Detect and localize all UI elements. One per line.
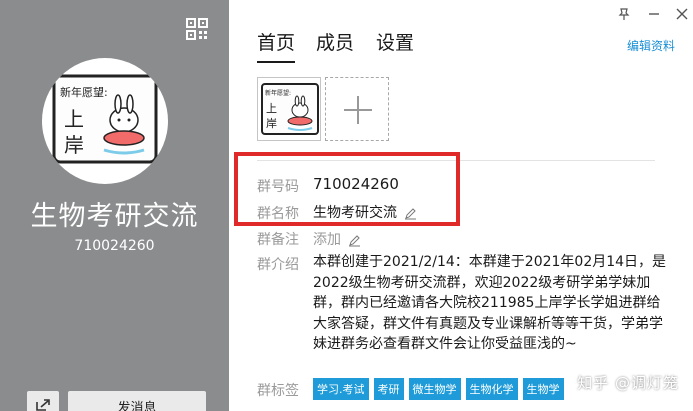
edit-profile-link[interactable]: 编辑资料 bbox=[627, 37, 675, 54]
tag[interactable]: 考研 bbox=[373, 378, 404, 400]
svg-text:岸: 岸 bbox=[266, 117, 277, 130]
tab-home[interactable]: 首页 bbox=[257, 28, 296, 63]
add-remark-link[interactable]: 添加 bbox=[313, 232, 341, 248]
group-profile-sidebar: 新年愿望: 上 岸 生物考研交流 710024260 发消息 bbox=[0, 0, 229, 411]
group-photo-thumbnail[interactable]: 新年愿望: 上 岸 bbox=[257, 77, 321, 141]
tab-settings[interactable]: 设置 bbox=[376, 28, 414, 55]
group-tags-label: 群标签 bbox=[257, 383, 299, 399]
group-avatar[interactable]: 新年愿望: 上 岸 bbox=[42, 58, 168, 184]
group-number-subtitle: 710024260 bbox=[74, 238, 155, 254]
tag[interactable]: 微生物学 bbox=[408, 378, 461, 400]
group-remark-value[interactable]: 添加 bbox=[313, 229, 361, 249]
group-tags: 学习.考试 考研 微生物学 生物化学 生物学 bbox=[313, 378, 564, 400]
group-intro-label: 群介绍 bbox=[257, 257, 299, 273]
pencil-icon[interactable] bbox=[348, 234, 361, 247]
svg-text:新年愿望:: 新年愿望: bbox=[60, 85, 108, 99]
red-highlight-box bbox=[234, 152, 460, 226]
share-button[interactable] bbox=[27, 391, 59, 411]
tag[interactable]: 学习.考试 bbox=[313, 378, 369, 400]
add-photo-button[interactable] bbox=[325, 77, 389, 141]
tab-members[interactable]: 成员 bbox=[316, 28, 354, 55]
zhihu-watermark: 知乎 @调灯笼 bbox=[577, 374, 679, 392]
svg-text:上: 上 bbox=[266, 102, 277, 115]
svg-text:上: 上 bbox=[64, 107, 84, 131]
tag[interactable]: 生物学 bbox=[522, 378, 564, 400]
svg-text:岸: 岸 bbox=[64, 133, 84, 157]
minimize-icon[interactable] bbox=[647, 6, 661, 20]
group-name-title: 生物考研交流 bbox=[30, 201, 199, 232]
svg-text:新年愿望:: 新年愿望: bbox=[265, 89, 291, 97]
share-icon bbox=[36, 399, 50, 411]
tag[interactable]: 生物化学 bbox=[465, 378, 518, 400]
pin-icon[interactable] bbox=[617, 6, 631, 20]
group-intro-text: 本群创建于2021/2/14：本群建于2021年02月14日，是2022级生物考… bbox=[313, 254, 667, 352]
close-icon[interactable] bbox=[675, 6, 689, 20]
group-remark-label: 群备注 bbox=[257, 232, 299, 248]
send-message-button[interactable]: 发消息 bbox=[68, 391, 206, 411]
qr-code-icon[interactable] bbox=[186, 18, 208, 40]
